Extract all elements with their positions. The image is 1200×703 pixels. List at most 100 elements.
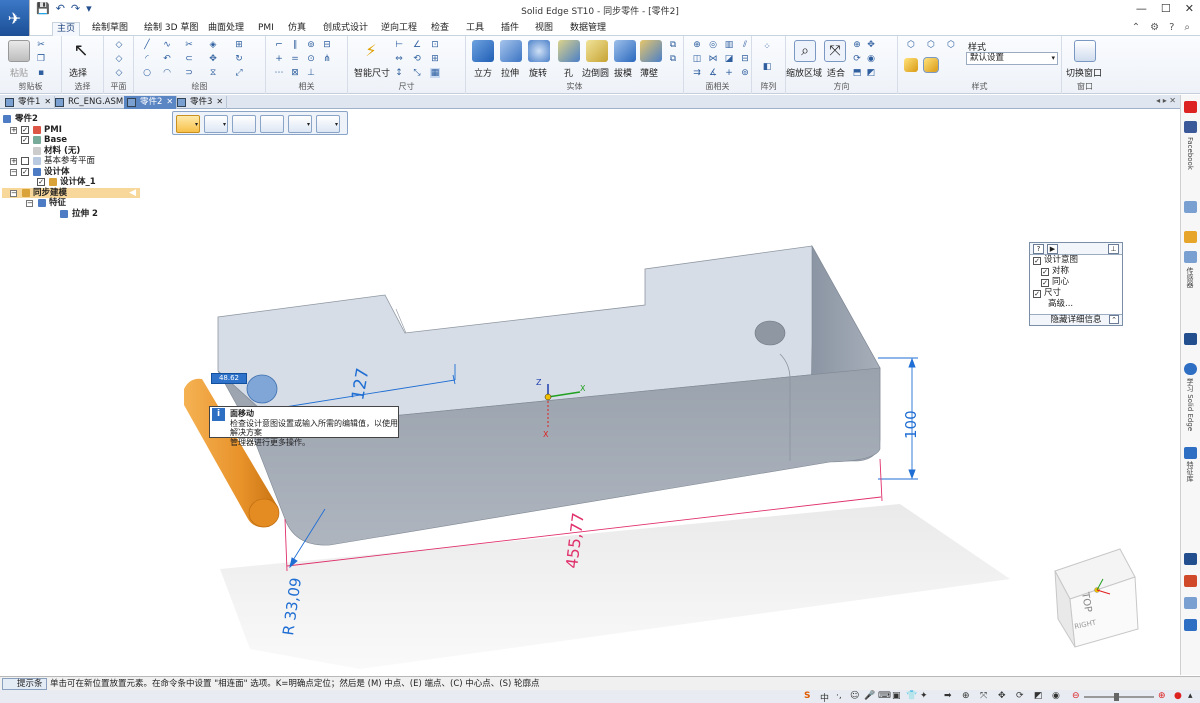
view-fit-icon[interactable]: ⤧ [980,691,987,701]
thin-wall-icon[interactable] [640,40,662,62]
zoom-slider[interactable] [1084,693,1154,701]
look-at-icon[interactable]: ◉ [866,54,876,64]
fit-icon[interactable]: ⤧ [824,40,846,62]
zoom-area-icon[interactable]: ⌕ [794,40,816,62]
style-dropdown[interactable]: 默认设置 ▾ [966,52,1058,65]
sketch-view-icon[interactable]: ◩ [866,68,876,78]
settings-icon[interactable]: ⚙ [1150,22,1159,33]
collapse-up-icon[interactable]: ⌃ [1109,315,1119,324]
expand-icon[interactable]: − [26,200,33,207]
visibility-checkbox[interactable]: ✓ [21,167,29,176]
view-cube[interactable]: TOP RIGHT [1054,548,1139,648]
hide-details-button[interactable]: 隐藏详细信息 ⌃ [1030,314,1122,325]
view-top-icon[interactable]: ⬡ [926,40,936,50]
tree-item-design-body[interactable]: − ✓ 设计体 [2,167,172,178]
tree-item-material[interactable]: 材料 (无) [2,146,172,157]
shirt-icon[interactable]: 👕 [906,691,917,701]
expand-icon[interactable]: + [10,126,17,134]
view-iso-icon[interactable]: ⬡ [906,40,916,50]
family-icon[interactable] [1184,619,1197,631]
doc-tab-part1[interactable]: 零件1 ✕ [2,96,56,109]
learn-label[interactable]: 学习 Solid Edge [1185,378,1195,431]
ime-punct-icon[interactable]: ·, [836,691,842,701]
file-properties-icon[interactable] [1184,553,1197,565]
tree-item-ref-planes[interactable]: + 基本参考平面 [2,156,172,167]
intent-design-intent[interactable]: ✓ 设计意图 [1030,255,1122,266]
scale-icon[interactable]: ⤢ [234,68,244,78]
coaxial-icon[interactable]: ◎ [708,40,718,50]
mirror-icon[interactable]: ⧖ [208,68,218,78]
maximize-button[interactable]: ☐ [1161,2,1171,15]
ime-chinese-icon[interactable]: 中 [820,691,829,703]
symmetric-diameter-icon[interactable]: ⇔ [394,54,404,64]
select-arrow-icon[interactable]: ↖ [70,40,92,62]
tab-sketch[interactable]: 绘制草图 [88,22,132,36]
help-icon[interactable]: ? [1169,22,1174,33]
view-zoom-icon[interactable]: ⊕ [962,691,970,701]
view-rotate-icon[interactable]: ⟳ [1016,691,1024,701]
keyboard-icon[interactable]: ⌨ [878,691,891,701]
video-icon[interactable] [1184,333,1197,345]
rigid-icon[interactable]: ⊠ [290,68,300,78]
coordinate-dim-icon[interactable]: ⊡ [430,40,440,50]
cmd-move-face-icon[interactable]: ▾ [176,115,200,133]
tab-simulation[interactable]: 仿真 [284,22,310,36]
angle-face-icon[interactable]: ∡ [708,68,718,78]
tab-pmi[interactable]: PMI [254,22,278,36]
intent-dimension[interactable]: ✓ 尺寸 [1030,288,1122,299]
visibility-checkbox[interactable] [21,157,29,165]
fill-icon[interactable]: ◈ [208,40,218,50]
rotate-icon[interactable]: ↻ [234,54,244,64]
move-icon[interactable]: ✥ [208,54,218,64]
sensor-label[interactable]: 传感器 [1185,267,1195,288]
dim-100-text[interactable]: 100 [902,410,920,439]
tab-data-management[interactable]: 数据管理 [566,22,610,36]
lock-icon[interactable]: ⊚ [306,40,316,50]
add-relation-icon[interactable]: + [724,68,734,78]
arc-tangent-icon[interactable]: ↶ [162,54,172,64]
plane-angle-icon[interactable]: ◇ [114,68,124,78]
learn-icon[interactable] [1184,363,1197,375]
dim-grid-icon[interactable]: ▦ [430,68,440,78]
tree-item-base[interactable]: ✓ Base [2,135,172,146]
doc-tab-part3[interactable]: 零件3 ✕ [174,96,228,109]
cmd-detach-icon[interactable] [260,115,284,133]
tangent-icon[interactable]: ⊙ [306,54,316,64]
view-pan-icon[interactable]: ✥ [998,691,1006,701]
cmd-options-icon[interactable]: ▾ [316,115,340,133]
cmd-copy-icon[interactable] [232,115,256,133]
project-icon[interactable]: ⊞ [234,40,244,50]
ribbon-minimize-icon[interactable]: ⌃ [1132,22,1140,33]
shaded-icon[interactable] [904,58,918,72]
cmd-connected-faces-icon[interactable]: ▾ [204,115,228,133]
customize-qat-icon[interactable]: ▾ [86,2,92,15]
view-front-icon[interactable]: ⬡ [946,40,956,50]
smart-dimension-icon[interactable]: ⚡ [360,40,382,62]
plane-icon[interactable]: ◇ [114,40,124,50]
pan-icon[interactable]: ✥ [866,40,876,50]
tangent-face-icon[interactable]: ◫ [692,54,702,64]
paste-icon[interactable] [8,40,30,62]
zoom-icon[interactable]: ⊕ [852,40,862,50]
dim-attach-icon[interactable]: ⤡ [412,68,422,78]
ime-logo-icon[interactable]: S [804,691,810,701]
feature-library-icon[interactable] [1184,447,1197,459]
panel-icon[interactable] [1184,201,1197,213]
collinear-icon[interactable]: ⋯ [274,68,284,78]
expand-icon[interactable]: − [10,189,17,197]
application-button[interactable]: ✈ [0,0,30,36]
solid-more-icon[interactable]: ⧉ [668,40,678,50]
tree-item-sync[interactable]: − 同步建模 ◀ [2,187,140,198]
intent-symmetric[interactable]: ✓ 对称 [1030,266,1122,277]
feature-library-label[interactable]: 特征库 [1185,461,1195,482]
curve-icon[interactable]: ∿ [162,40,172,50]
close-button[interactable]: ✕ [1185,2,1194,15]
offset-face-icon[interactable]: ◪ [724,54,734,64]
skin-icon[interactable]: ▣ [892,691,901,701]
checkbox[interactable]: ✓ [1033,290,1041,298]
visibility-checkbox[interactable]: ✓ [21,136,29,144]
play-icon[interactable]: ▶ [1047,244,1058,254]
facebook-icon[interactable] [1184,121,1197,133]
angle-between-icon[interactable]: ∠ [412,40,422,50]
advanced-link[interactable]: 高级... [1048,299,1073,310]
